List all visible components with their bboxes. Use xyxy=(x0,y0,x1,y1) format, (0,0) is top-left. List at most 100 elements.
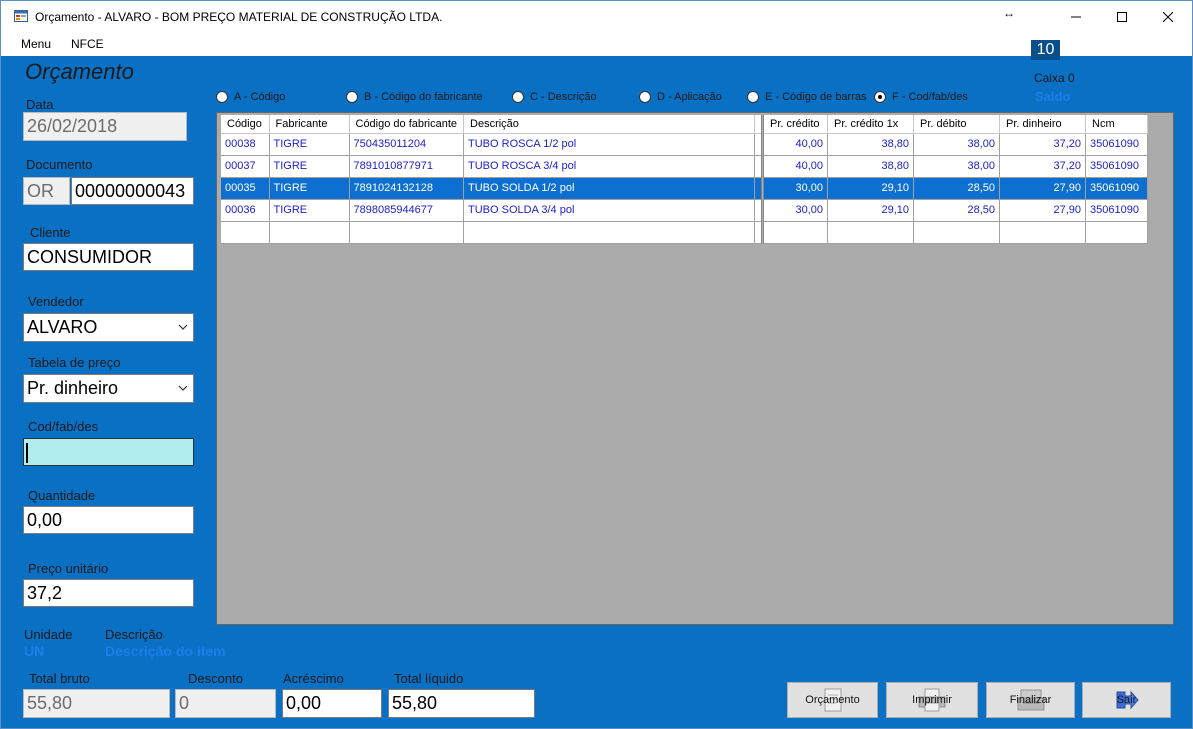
cell-empty xyxy=(999,221,1087,244)
cell-fabricante: TIGRE xyxy=(269,155,350,178)
table-row[interactable]: 00038 TIGRE 750435011204 TUBO ROSCA 1/2 … xyxy=(221,133,1149,156)
cell-separator xyxy=(754,177,765,200)
preco-unitario-field[interactable]: 37,2 xyxy=(23,579,194,607)
column-header[interactable]: Pr. crédito 1x xyxy=(827,115,915,134)
cell-codigo: 00036 xyxy=(221,199,270,222)
acrescimo-field[interactable]: 0,00 xyxy=(282,689,382,718)
radio-label: E - Código de barras xyxy=(765,91,867,103)
orcamento-button[interactable]: Orçamento xyxy=(787,682,878,718)
unidade-label: Unidade xyxy=(24,627,73,642)
app-form-icon xyxy=(14,10,28,22)
cell-descricao: TUBO SOLDA 3/4 pol xyxy=(463,199,756,222)
orcamento-window: Orçamento - ALVARO - BOM PREÇO MATERIAL … xyxy=(0,0,1193,729)
orcamento-button-label: Orçamento xyxy=(805,694,860,706)
table-row-selected[interactable]: 00035 TIGRE 7891024132128 TUBO SOLDA 1/2… xyxy=(221,177,1149,200)
radio-label: F - Cod/fab/des xyxy=(892,91,968,103)
vendedor-value: ALVARO xyxy=(27,317,98,337)
cell-debito: 28,50 xyxy=(913,199,1001,222)
cell-empty xyxy=(1085,221,1149,244)
cell-fabricante: TIGRE xyxy=(269,199,350,222)
radio-label: D - Aplicação xyxy=(657,91,722,103)
radio-codigo-barras[interactable]: E - Código de barras xyxy=(747,91,867,103)
maximize-button[interactable] xyxy=(1099,1,1145,32)
cliente-field[interactable]: CONSUMIDOR xyxy=(23,243,194,271)
tabela-preco-value: Pr. dinheiro xyxy=(27,378,119,398)
cell-empty xyxy=(913,221,1001,244)
cell-dinheiro: 37,20 xyxy=(999,133,1087,156)
counter-badge: 10 xyxy=(1031,40,1060,60)
cell-credito-1x: 38,80 xyxy=(827,155,915,178)
cell-fabricante: TIGRE xyxy=(269,177,350,200)
chevron-down-icon xyxy=(178,324,188,330)
total-liquido-label: Total líquido xyxy=(394,671,464,686)
cell-cod-fab: 750435011204 xyxy=(349,133,465,156)
cell-ncm: 35061090 xyxy=(1085,177,1149,200)
radio-codigo-fabricante[interactable]: B - Código do fabricante xyxy=(346,91,483,103)
cell-separator xyxy=(754,155,765,178)
imprimir-button-label: Imprimir xyxy=(912,694,952,706)
vendedor-select[interactable]: ALVARO xyxy=(23,313,194,342)
column-header[interactable]: Pr. dinheiro xyxy=(999,115,1087,134)
busca-input[interactable] xyxy=(23,438,194,466)
column-header[interactable]: Descrição xyxy=(463,115,756,134)
documento-number-field[interactable]: 00000000043 xyxy=(71,177,194,205)
quantidade-field[interactable]: 0,00 xyxy=(23,506,194,534)
cell-credito-1x: 38,80 xyxy=(827,133,915,156)
table-row[interactable]: 00036 TIGRE 7898085944677 TUBO SOLDA 3/4… xyxy=(221,199,1149,222)
menu-item-nfce[interactable]: NFCE xyxy=(71,37,104,51)
imprimir-button[interactable]: Imprimir xyxy=(886,682,978,718)
maximize-icon xyxy=(1117,11,1127,22)
cell-cod-fab: 7898085944677 xyxy=(349,199,465,222)
window-title: Orçamento - ALVARO - BOM PREÇO MATERIAL … xyxy=(35,10,443,24)
quantidade-label: Quantidade xyxy=(28,488,96,503)
radio-descricao[interactable]: C - Descrição xyxy=(512,91,597,103)
cell-credito-1x: 29,10 xyxy=(827,177,915,200)
table-row-empty[interactable] xyxy=(221,221,1149,244)
tabela-preco-select[interactable]: Pr. dinheiro xyxy=(23,374,194,403)
cell-cod-fab: 7891010877971 xyxy=(349,155,465,178)
column-header[interactable]: Ncm xyxy=(1085,115,1149,134)
documento-prefix-field: OR xyxy=(23,177,70,205)
minimize-icon xyxy=(1071,16,1081,17)
radio-aplicacao[interactable]: D - Aplicação xyxy=(639,91,722,103)
radio-cod-fab-des[interactable]: F - Cod/fab/des xyxy=(874,91,968,103)
column-header[interactable]: Código do fabricante xyxy=(349,115,465,134)
radio-label: B - Código do fabricante xyxy=(364,91,483,103)
total-liquido-field: 55,80 xyxy=(388,689,535,718)
cell-descricao: TUBO SOLDA 1/2 pol xyxy=(463,177,756,200)
resize-horizontal-icon[interactable]: ↔ xyxy=(1003,6,1015,20)
column-header[interactable]: Fabricante xyxy=(269,115,350,134)
radio-indicator xyxy=(747,91,759,103)
tabela-label: Tabela de preço xyxy=(28,355,121,370)
menu-item-menu[interactable]: Menu xyxy=(21,37,51,51)
cell-dinheiro: 27,90 xyxy=(999,177,1087,200)
cell-dinheiro: 27,90 xyxy=(999,199,1087,222)
unidade-value: UN xyxy=(24,643,45,659)
data-field: 26/02/2018 xyxy=(23,112,187,141)
page-title: Orçamento xyxy=(25,59,134,84)
radio-indicator xyxy=(216,91,228,103)
cell-separator xyxy=(754,133,765,156)
radio-label: C - Descrição xyxy=(530,91,597,103)
close-button[interactable] xyxy=(1145,1,1191,32)
table-row[interactable]: 00037 TIGRE 7891010877971 TUBO ROSCA 3/4… xyxy=(221,155,1149,178)
cell-ncm: 35061090 xyxy=(1085,155,1149,178)
column-header[interactable]: Código xyxy=(221,115,270,134)
descricao-label: Descrição xyxy=(105,627,163,642)
acrescimo-label: Acréscimo xyxy=(283,671,344,686)
column-header[interactable]: Pr. débito xyxy=(913,115,1001,134)
saldo-label: Saldo xyxy=(1035,89,1071,104)
sair-button[interactable]: Sair xyxy=(1082,682,1171,718)
minimize-button[interactable] xyxy=(1053,1,1099,32)
table-header-row: Código Fabricante Código do fabricante D… xyxy=(221,115,1149,134)
radio-codigo[interactable]: A - Código xyxy=(216,91,285,103)
products-grid[interactable]: Código Fabricante Código do fabricante D… xyxy=(216,112,1174,625)
finalizar-button[interactable]: Finalizar xyxy=(986,682,1075,718)
desconto-label: Desconto xyxy=(188,671,243,686)
desconto-field: 0 xyxy=(175,689,276,718)
sair-button-label: Sair xyxy=(1116,694,1137,706)
finalizar-button-label: Finalizar xyxy=(1009,694,1052,706)
cell-empty xyxy=(221,221,270,244)
cell-credito: 30,00 xyxy=(762,177,829,200)
column-header[interactable]: Pr. crédito xyxy=(762,115,829,134)
